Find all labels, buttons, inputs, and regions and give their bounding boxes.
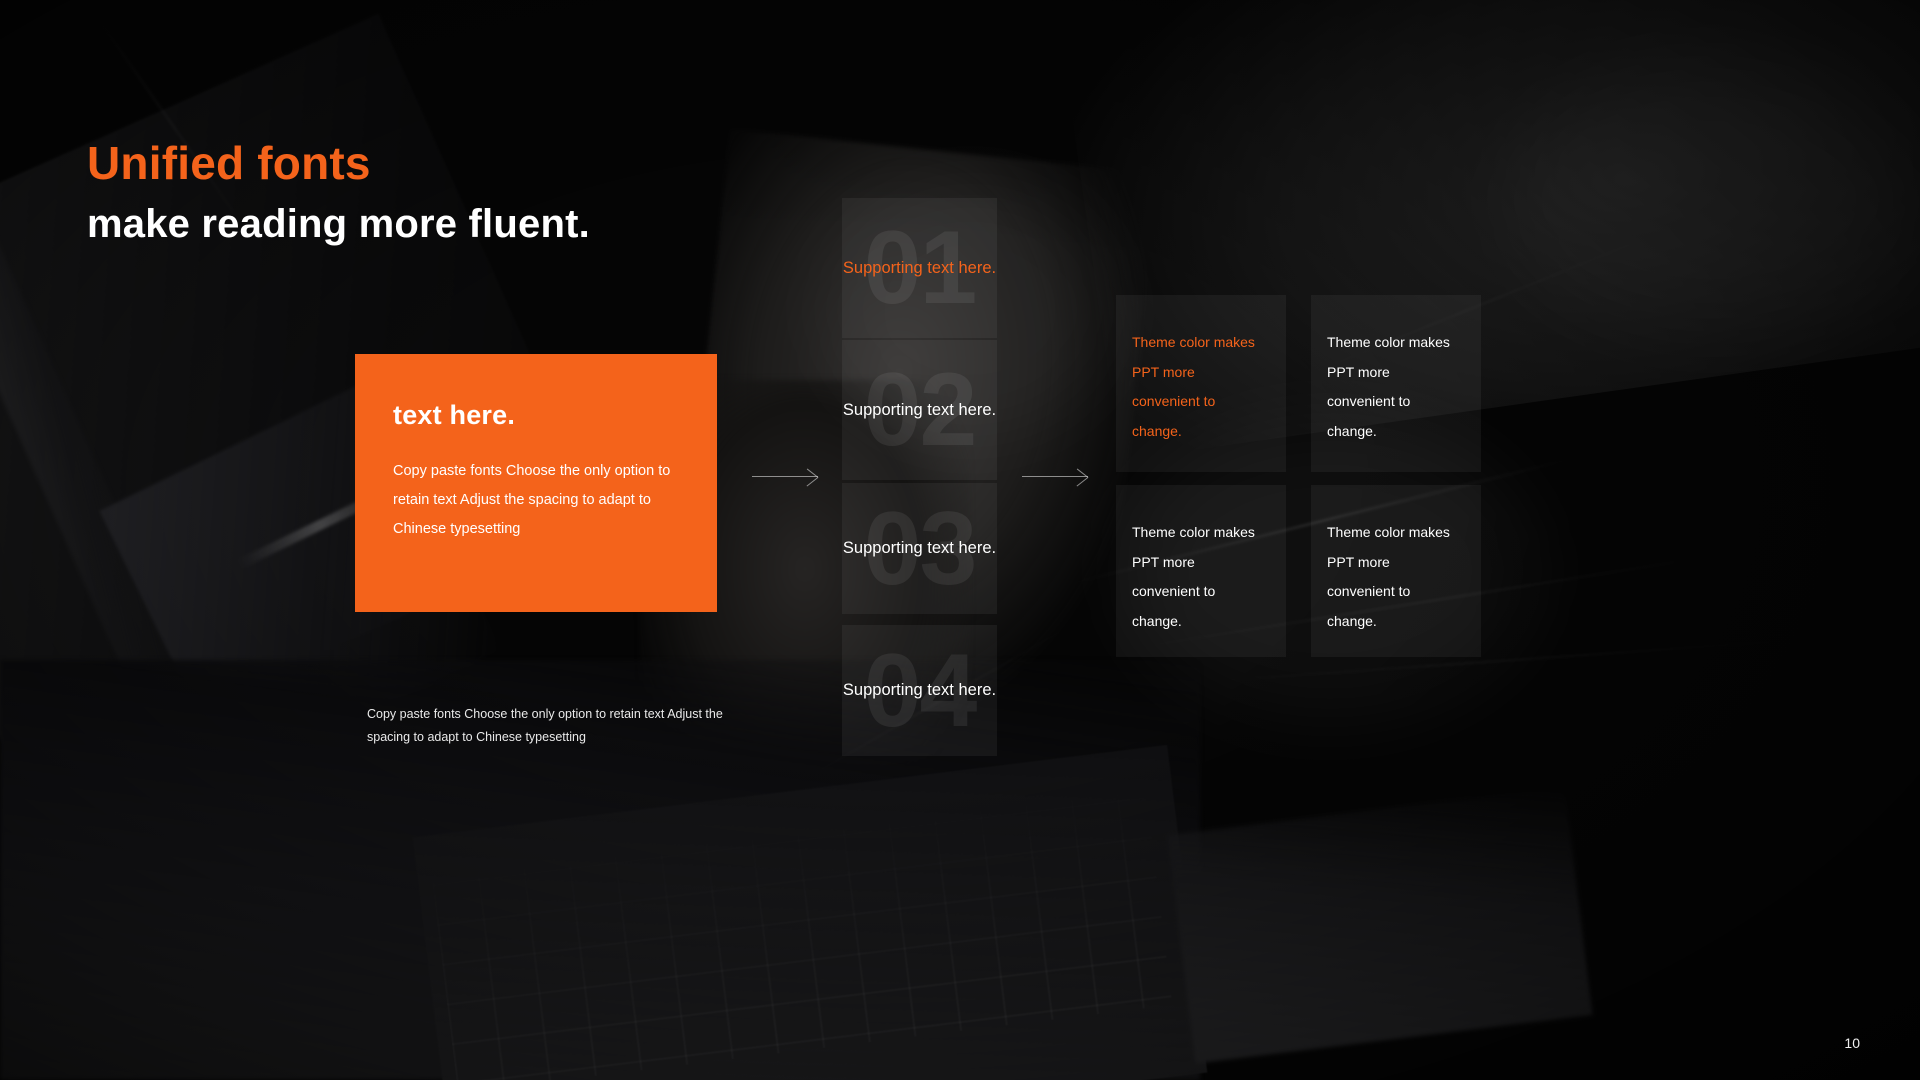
step-card-label: Supporting text here.: [842, 400, 997, 419]
arrow-right-icon-1: [752, 471, 818, 483]
theme-box-4[interactable]: Theme color makes PPT more convenient to…: [1311, 485, 1481, 657]
slide-heading: Unified fonts make reading more fluent.: [87, 140, 590, 244]
step-card-04[interactable]: 04 Supporting text here.: [842, 625, 997, 756]
arrow-head: [1075, 471, 1088, 483]
step-card-label: Supporting text here.: [842, 258, 997, 277]
step-card-label: Supporting text here.: [842, 539, 997, 557]
heading-line-1-accent: Unified fonts: [87, 137, 371, 189]
highlight-card-body: Copy paste fonts Choose the only option …: [393, 463, 671, 537]
slide-page-number: 10: [1844, 1035, 1860, 1051]
theme-box-2[interactable]: Theme color makes PPT more convenient to…: [1311, 295, 1481, 472]
theme-box-3[interactable]: Theme color makes PPT more convenient to…: [1116, 485, 1286, 657]
step-card-label: Supporting text here.: [842, 681, 997, 699]
theme-box-text: Theme color makes PPT more convenient to…: [1327, 524, 1450, 629]
theme-box-1[interactable]: Theme color makes PPT more convenient to…: [1116, 295, 1286, 472]
step-card-01[interactable]: 01 Supporting text here.: [842, 198, 997, 338]
highlight-card[interactable]: text here. Copy paste fonts Choose the o…: [355, 354, 717, 612]
highlight-card-title: text here.: [393, 400, 516, 430]
arrow-head: [805, 471, 818, 483]
step-card-02[interactable]: 02 Supporting text here.: [842, 340, 997, 480]
theme-box-text: Theme color makes PPT more convenient to…: [1132, 334, 1255, 439]
theme-box-text: Theme color makes PPT more convenient to…: [1327, 334, 1450, 439]
slide-content: Unified fonts make reading more fluent. …: [0, 0, 1920, 1080]
slide-footnote-caption: Copy paste fonts Choose the only option …: [367, 707, 723, 744]
heading-line-2: make reading more fluent.: [87, 202, 590, 246]
theme-box-text: Theme color makes PPT more convenient to…: [1132, 524, 1255, 629]
arrow-right-icon-2: [1022, 471, 1088, 483]
step-card-03[interactable]: 03 Supporting text here.: [842, 483, 997, 614]
